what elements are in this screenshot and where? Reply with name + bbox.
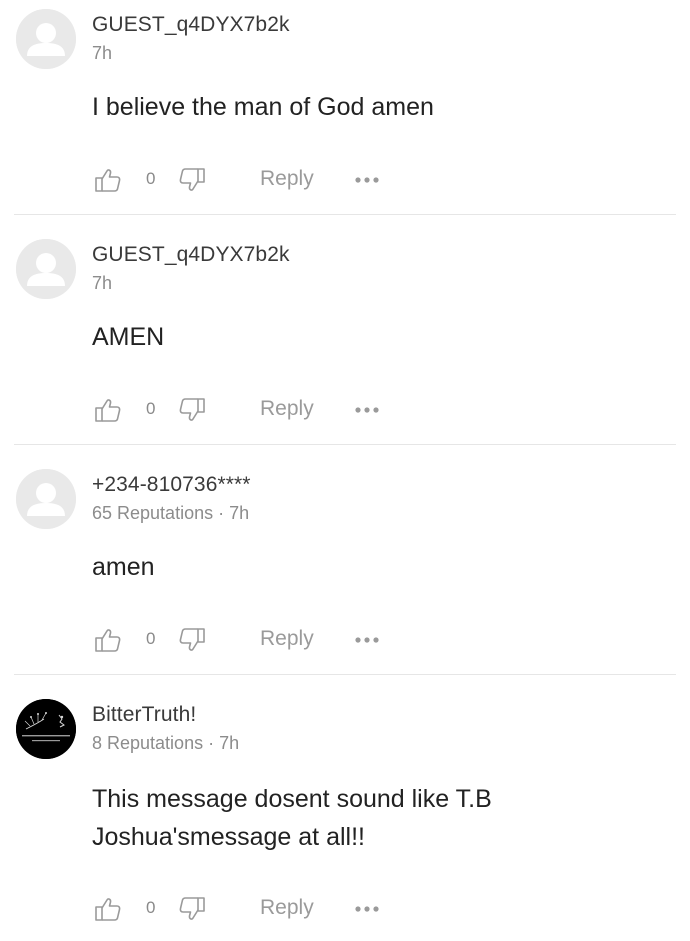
more-dots-icon — [355, 177, 379, 183]
like-button[interactable] — [92, 163, 124, 197]
user-avatar[interactable] — [16, 9, 76, 69]
comment-divider — [14, 674, 676, 675]
comment-timestamp: 7h — [92, 43, 113, 63]
more-options-button[interactable] — [350, 623, 384, 657]
user-avatar[interactable] — [16, 469, 76, 529]
like-button[interactable] — [92, 623, 124, 657]
user-avatar[interactable] — [16, 699, 76, 759]
comment-text: This message dosent sound like T.B Joshu… — [92, 780, 652, 856]
comment-divider — [14, 444, 676, 445]
comment-text: I believe the man of God amen — [92, 93, 434, 121]
more-options-button[interactable] — [350, 163, 384, 197]
default-avatar-icon — [16, 9, 76, 69]
comment-text: AMEN — [92, 323, 165, 351]
comment-username[interactable]: GUEST_q4DYX7b2k — [92, 243, 290, 267]
like-count: 0 — [146, 169, 156, 188]
like-count: 0 — [146, 399, 156, 418]
thumbs-up-icon — [95, 898, 121, 921]
thumbs-down-icon — [179, 168, 205, 191]
comment-username[interactable]: +234-810736**** — [92, 473, 251, 497]
comment-username[interactable]: BitterTruth! — [92, 703, 196, 727]
reply-button[interactable]: Reply — [260, 167, 314, 191]
comment-text-line: Joshua'smessage at all!! — [92, 823, 365, 851]
comment-username[interactable]: GUEST_q4DYX7b2k — [92, 13, 290, 37]
comment-timestamp: 7h — [92, 273, 113, 293]
thumbs-down-icon — [179, 398, 205, 421]
comment-item: +234-810736**** 65 Reputations · 7h amen… — [0, 460, 690, 674]
comment-divider — [14, 214, 676, 215]
thumbs-down-icon — [179, 628, 205, 651]
comment-actions: 0 Reply — [92, 393, 392, 427]
profile-photo — [16, 699, 76, 759]
more-options-button[interactable] — [350, 393, 384, 427]
like-count: 0 — [146, 629, 156, 648]
dislike-button[interactable] — [176, 892, 208, 926]
like-button[interactable] — [92, 393, 124, 427]
thumbs-up-icon — [95, 399, 121, 422]
like-button[interactable] — [92, 892, 124, 926]
more-options-button[interactable] — [350, 892, 384, 926]
default-avatar-icon — [16, 469, 76, 529]
dislike-button[interactable] — [176, 163, 208, 197]
thumbs-up-icon — [95, 629, 121, 652]
thumbs-up-icon — [95, 169, 121, 192]
dislike-button[interactable] — [176, 623, 208, 657]
comment-text-line: This message dosent sound like T.B — [92, 785, 492, 813]
reply-button[interactable]: Reply — [260, 896, 314, 920]
comment-actions: 0 Reply — [92, 623, 392, 657]
more-dots-icon — [355, 407, 379, 413]
like-count: 0 — [146, 898, 156, 917]
default-avatar-icon — [16, 239, 76, 299]
reply-button[interactable]: Reply — [260, 627, 314, 651]
more-dots-icon — [355, 637, 379, 643]
reply-button[interactable]: Reply — [260, 397, 314, 421]
thumbs-down-icon — [179, 897, 205, 920]
comment-actions: 0 Reply — [92, 163, 392, 197]
dislike-button[interactable] — [176, 393, 208, 427]
comment-reputation-timestamp: 65 Reputations · 7h — [92, 503, 250, 523]
more-dots-icon — [355, 906, 379, 912]
comment-reputation-timestamp: 8 Reputations · 7h — [92, 733, 240, 753]
comment-text: amen — [92, 553, 155, 581]
comment-item: GUEST_q4DYX7b2k 7h AMEN 0 Reply — [0, 230, 690, 444]
comment-item: BitterTruth! 8 Reputations · 7h This mes… — [0, 690, 690, 941]
comment-actions: 0 Reply — [92, 892, 392, 926]
comment-item: GUEST_q4DYX7b2k 7h I believe the man of … — [0, 0, 690, 214]
user-avatar[interactable] — [16, 239, 76, 299]
